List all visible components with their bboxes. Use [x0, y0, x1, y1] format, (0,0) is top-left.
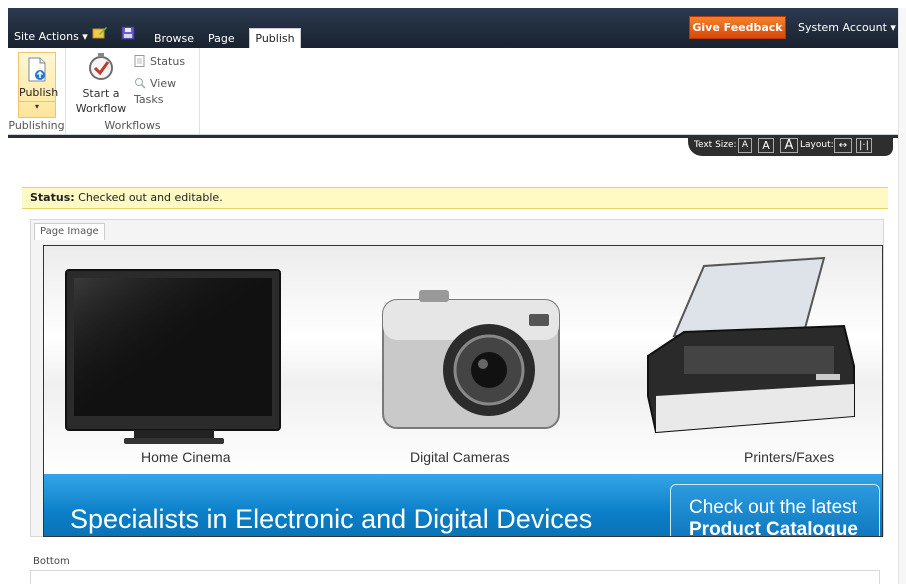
- status-button[interactable]: Status: [134, 54, 185, 70]
- edit-page-icon[interactable]: [92, 26, 108, 40]
- status-bar: Status: Checked out and editable.: [22, 187, 888, 209]
- tab-browse[interactable]: Browse: [154, 32, 194, 46]
- camera-image: [382, 290, 560, 429]
- status-prefix: Status:: [30, 191, 75, 204]
- view-tasks-button[interactable]: View Tasks: [134, 76, 199, 106]
- start-workflow-label-line2: Workflow: [75, 102, 127, 115]
- publish-dropdown-arrow[interactable]: ▾: [19, 101, 55, 111]
- cta-line1: Check out the latest: [689, 497, 857, 518]
- view-tasks-icon: [134, 77, 146, 89]
- product-catalogue-cta[interactable]: Check out the latest Product Catalogue: [670, 484, 880, 537]
- vertical-scrollbar[interactable]: [898, 8, 906, 584]
- top-navigation-bar: Site Actions ▾ Browse Page Publish Give …: [8, 8, 898, 49]
- page-image-banner[interactable]: Home Cinema Digital Cameras Printers/Fax…: [43, 245, 883, 537]
- status-text: Checked out and editable.: [74, 191, 223, 204]
- ribbon-group-publishing: Publish ▾ Publishing: [8, 48, 66, 134]
- text-size-bar: Text Size: A A A Layout: ↔ |·|: [8, 135, 898, 157]
- sharepoint-page: { "topbar": { "site_actions_label": "Sit…: [0, 0, 906, 584]
- publish-label: Publish: [19, 86, 59, 99]
- layout-label: Layout:: [800, 140, 834, 150]
- workflows-group-label: Workflows: [104, 119, 161, 132]
- text-size-large-button[interactable]: A: [780, 138, 798, 153]
- bottom-web-part-zone[interactable]: [30, 570, 880, 584]
- product-label-printers-faxes: Printers/Faxes: [744, 449, 835, 465]
- printer-image: [647, 256, 855, 434]
- cta-line2: Product Catalogue: [689, 519, 858, 537]
- start-workflow-button[interactable]: Start a Workflow: [74, 52, 128, 115]
- system-account-menu[interactable]: System Account ▾: [798, 21, 896, 35]
- ribbon-group-workflows: Start a Workflow Status View Tasks Workf…: [66, 48, 200, 134]
- layout-fixed-icon[interactable]: |·|: [856, 138, 872, 153]
- television-image: [65, 269, 281, 444]
- give-feedback-button[interactable]: Give Feedback: [689, 16, 786, 39]
- publish-icon: [26, 57, 48, 83]
- text-size-controls: Text Size: A A A Layout: ↔ |·|: [688, 135, 893, 156]
- bottom-zone-label: Bottom: [33, 556, 70, 567]
- tab-page[interactable]: Page: [208, 32, 235, 46]
- text-size-medium-button[interactable]: A: [758, 138, 774, 153]
- left-edge: [0, 8, 8, 584]
- workflow-check-icon: [89, 53, 113, 80]
- banner-headline: Specialists in Electronic and Digital De…: [70, 504, 593, 534]
- publishing-group-label: Publishing: [8, 119, 65, 132]
- layout-fluid-icon[interactable]: ↔: [834, 138, 852, 153]
- site-actions-menu[interactable]: Site Actions ▾: [14, 30, 88, 44]
- status-label: Status: [150, 55, 186, 68]
- publish-button[interactable]: Publish ▾: [18, 52, 59, 118]
- status-icon: [134, 55, 146, 67]
- text-size-small-button[interactable]: A: [738, 138, 752, 153]
- page-image-tab[interactable]: Page Image: [34, 223, 105, 240]
- product-label-digital-cameras: Digital Cameras: [410, 449, 510, 465]
- tab-publish[interactable]: Publish: [249, 28, 301, 49]
- save-icon[interactable]: [121, 26, 137, 40]
- ribbon: Publish ▾ Publishing Start a Workflow St…: [8, 48, 898, 135]
- product-label-home-cinema: Home Cinema: [141, 449, 231, 465]
- text-size-label: Text Size:: [694, 140, 737, 150]
- start-workflow-label-line1: Start a: [82, 87, 120, 100]
